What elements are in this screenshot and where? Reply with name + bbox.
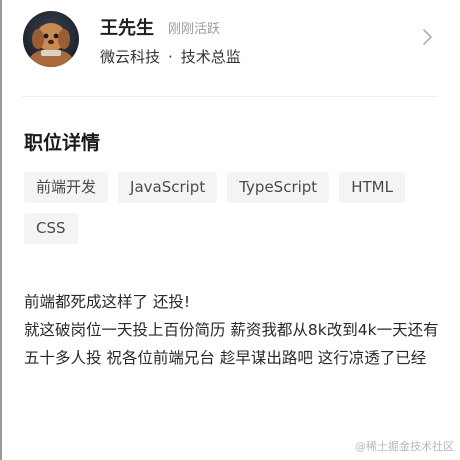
job-description: 前端都死成这样了 还投! 就这破岗位一天投上百份简历 薪资我都从8k改到4k一天… xyxy=(24,288,444,372)
tag-css: CSS xyxy=(24,213,78,244)
left-edge-border xyxy=(0,0,2,460)
tag-typescript: TypeScript xyxy=(227,172,330,203)
tag-frontend: 前端开发 xyxy=(24,172,109,203)
company-name: 微云科技 xyxy=(100,48,161,66)
description-line: 就这破岗位一天投上百份简历 薪资我都从8k改到4k一天还有五十多人投 祝各位前端… xyxy=(24,321,439,367)
active-status: 刚刚活跃 xyxy=(168,22,221,37)
job-title: 技术总监 xyxy=(180,48,241,66)
tag-javascript: JavaScript xyxy=(118,172,218,203)
avatar[interactable] xyxy=(23,11,79,67)
description-line: 前端都死成这样了 还投! xyxy=(24,293,191,311)
recruiter-name: 王先生 xyxy=(100,18,154,39)
section-title-job-details: 职位详情 xyxy=(24,132,101,154)
chevron-right-icon[interactable] xyxy=(420,28,436,46)
company-title-line: 微云科技 · 技术总监 xyxy=(100,46,241,67)
watermark: @稀土掘金技术社区 xyxy=(355,440,454,453)
avatar-image xyxy=(23,11,79,67)
tag-html: HTML xyxy=(339,172,405,203)
recruiter-card[interactable]: 王先生 刚刚活跃 微云科技 · 技术总监 xyxy=(22,10,438,68)
skill-tags: 前端开发 JavaScript TypeScript HTML CSS xyxy=(24,172,424,244)
separator-dot: · xyxy=(168,48,173,66)
section-divider xyxy=(22,96,438,97)
